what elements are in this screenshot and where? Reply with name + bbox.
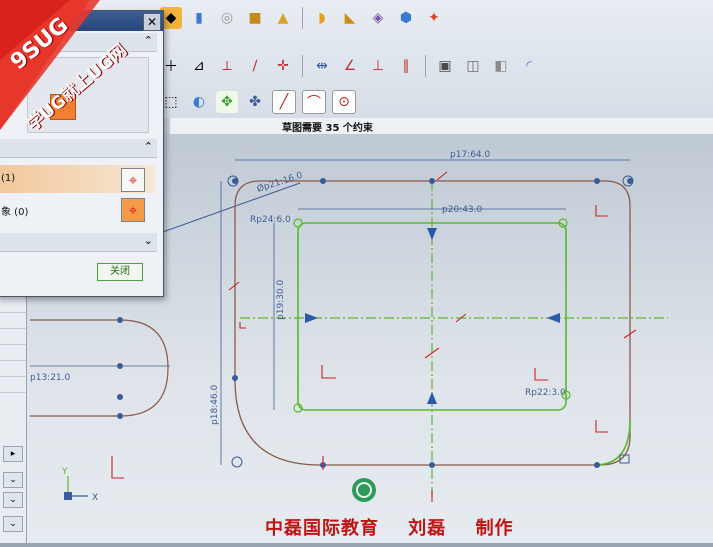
dim-p17[interactable]: p17:64.0 [450, 150, 491, 160]
separator [302, 7, 303, 29]
pattern-icon[interactable]: ⬢ [395, 7, 417, 29]
nav-row[interactable] [0, 376, 26, 393]
revolve-icon[interactable]: ◎ [216, 7, 238, 29]
close-button[interactable]: 关闭 [97, 263, 143, 281]
sketch-points [117, 178, 633, 468]
section-header-geometry[interactable]: ⌃ [0, 139, 157, 158]
nav-row[interactable] [0, 312, 26, 329]
toolbar-row-3: ⬚ ◐ ✥ ✤ ╱ ⌒ ⊙ [160, 86, 356, 118]
dim-p18[interactable]: p18:46.0 [210, 384, 220, 425]
trim-icon[interactable]: ⊿ [188, 55, 210, 77]
arrow-left [305, 313, 318, 323]
axis-y-label: Y [61, 467, 68, 477]
nav-row[interactable] [0, 296, 26, 313]
dialog-title-bar [0, 11, 163, 31]
toolbar-row-1: ◆ ▮ ◎ ■ ▲ ◗ ◣ ◈ ⬢ ✦ [160, 2, 445, 34]
collapse-icon[interactable]: ⌃ [144, 140, 153, 153]
arrow-top [427, 228, 437, 240]
dim-p20[interactable]: p20:43.0 [442, 205, 483, 215]
select-row-1[interactable]: (1) ⌖ [0, 165, 155, 193]
view-icon[interactable]: ◐ [188, 91, 210, 113]
toolbar-row-2: ＋ ⊿ ⟂ ∕ ✛ ⇹ ∠ ⊥ ∥ ▣ ◫ ◧ ◜ [160, 50, 540, 82]
dim-p21[interactable]: Øp21:16.0 [256, 170, 305, 195]
circle-point-icon[interactable]: ⊙ [332, 90, 356, 114]
arrow-right [547, 313, 560, 323]
dialog-close-icon[interactable]: ✕ [143, 13, 161, 31]
select-row-label: (1) [1, 173, 16, 184]
curve-type-icon[interactable] [50, 94, 76, 120]
extrude-icon[interactable]: ▮ [188, 7, 210, 29]
axis-x-label: X [92, 493, 98, 503]
select-row-2[interactable]: 象 (0) ⌖ [0, 195, 155, 223]
constraint-symbols [111, 171, 637, 502]
credit-org: 中磊国际教育 [265, 518, 379, 539]
scroll-right-icon[interactable]: ▸ [3, 446, 23, 462]
offset-icon[interactable]: ◫ [462, 55, 484, 77]
expand-down-icon[interactable]: ⌄ [3, 492, 23, 508]
shell-icon[interactable]: ◈ [367, 7, 389, 29]
collapse-icon[interactable]: ⌃ [144, 34, 153, 47]
credit-banner: 中磊国际教育 刘磊 制作 [265, 514, 536, 540]
crosshair-icon[interactable]: ⌖ [121, 198, 145, 222]
separator [302, 55, 303, 77]
credit-made: 制作 [475, 518, 514, 539]
constraint-coincident-icon[interactable]: ✛ [272, 55, 294, 77]
left-profile [30, 319, 169, 417]
project-icon[interactable]: ▣ [434, 55, 456, 77]
status-bar: 草图需要 35 个约束 [170, 118, 713, 135]
nav-row[interactable] [0, 328, 26, 345]
snap-mid-icon[interactable]: ✤ [244, 91, 266, 113]
snap-icon[interactable]: ✥ [216, 91, 238, 113]
dim-p19[interactable]: p19:30.0 [276, 279, 286, 320]
crosshair-icon[interactable]: ⌖ [121, 168, 145, 192]
expand-icon[interactable]: ⌄ [144, 234, 153, 247]
section-header-type[interactable]: ⌃ [0, 33, 157, 52]
green-fillet [594, 419, 631, 466]
leader-line [159, 182, 301, 234]
nav-row[interactable] [0, 360, 26, 377]
nav-row[interactable] [0, 344, 26, 361]
type-preview-panel [27, 57, 149, 133]
select-row-label: 象 (0) [1, 207, 29, 218]
parallel-icon[interactable]: ∥ [395, 55, 417, 77]
dim-p22[interactable]: Rp22:3.0 [525, 388, 566, 398]
cylinder-icon[interactable]: ▲ [272, 7, 294, 29]
credit-author: 刘磊 [408, 518, 447, 539]
axis-triad: Y X [61, 467, 98, 503]
bottom-status-strip [0, 543, 713, 547]
arrow-bottom [427, 392, 437, 404]
sketch-constraint-status: 草图需要 35 个约束 [282, 123, 373, 134]
separator [425, 55, 426, 77]
constraint-tangent-icon[interactable]: ∕ [244, 55, 266, 77]
expand-down-icon[interactable]: ⌄ [3, 472, 23, 488]
dim-p13[interactable]: p13:21.0 [30, 373, 71, 383]
sketch-dialog: ✕ ⌃ ⌃ (1) ⌖ 象 (0) ⌖ ⌄ 关闭 [0, 10, 164, 297]
derived-icon[interactable]: ◧ [490, 55, 512, 77]
expand-down-icon[interactable]: ⌄ [3, 516, 23, 532]
section-header-settings[interactable]: ⌄ [0, 233, 157, 252]
blend-icon[interactable]: ◗ [311, 7, 333, 29]
chamfer-icon[interactable]: ◣ [339, 7, 361, 29]
vertical-dim-icon[interactable]: ⊥ [367, 55, 389, 77]
block-icon[interactable]: ■ [244, 7, 266, 29]
arc-icon[interactable]: ⌒ [302, 90, 326, 114]
angle-dim-icon[interactable]: ∠ [339, 55, 361, 77]
origin-icon[interactable] [352, 478, 376, 502]
mirror-icon[interactable]: ✦ [423, 7, 445, 29]
navigator-panel: ▸ ⌄ ⌄ ⌄ [0, 296, 27, 543]
line-icon[interactable]: ╱ [272, 90, 296, 114]
curve-icon[interactable]: ◜ [518, 55, 540, 77]
dimension-icon[interactable]: ⇹ [311, 55, 333, 77]
dim-p24[interactable]: Rp24:6.0 [250, 215, 291, 225]
constraint-perp-icon[interactable]: ⟂ [216, 55, 238, 77]
